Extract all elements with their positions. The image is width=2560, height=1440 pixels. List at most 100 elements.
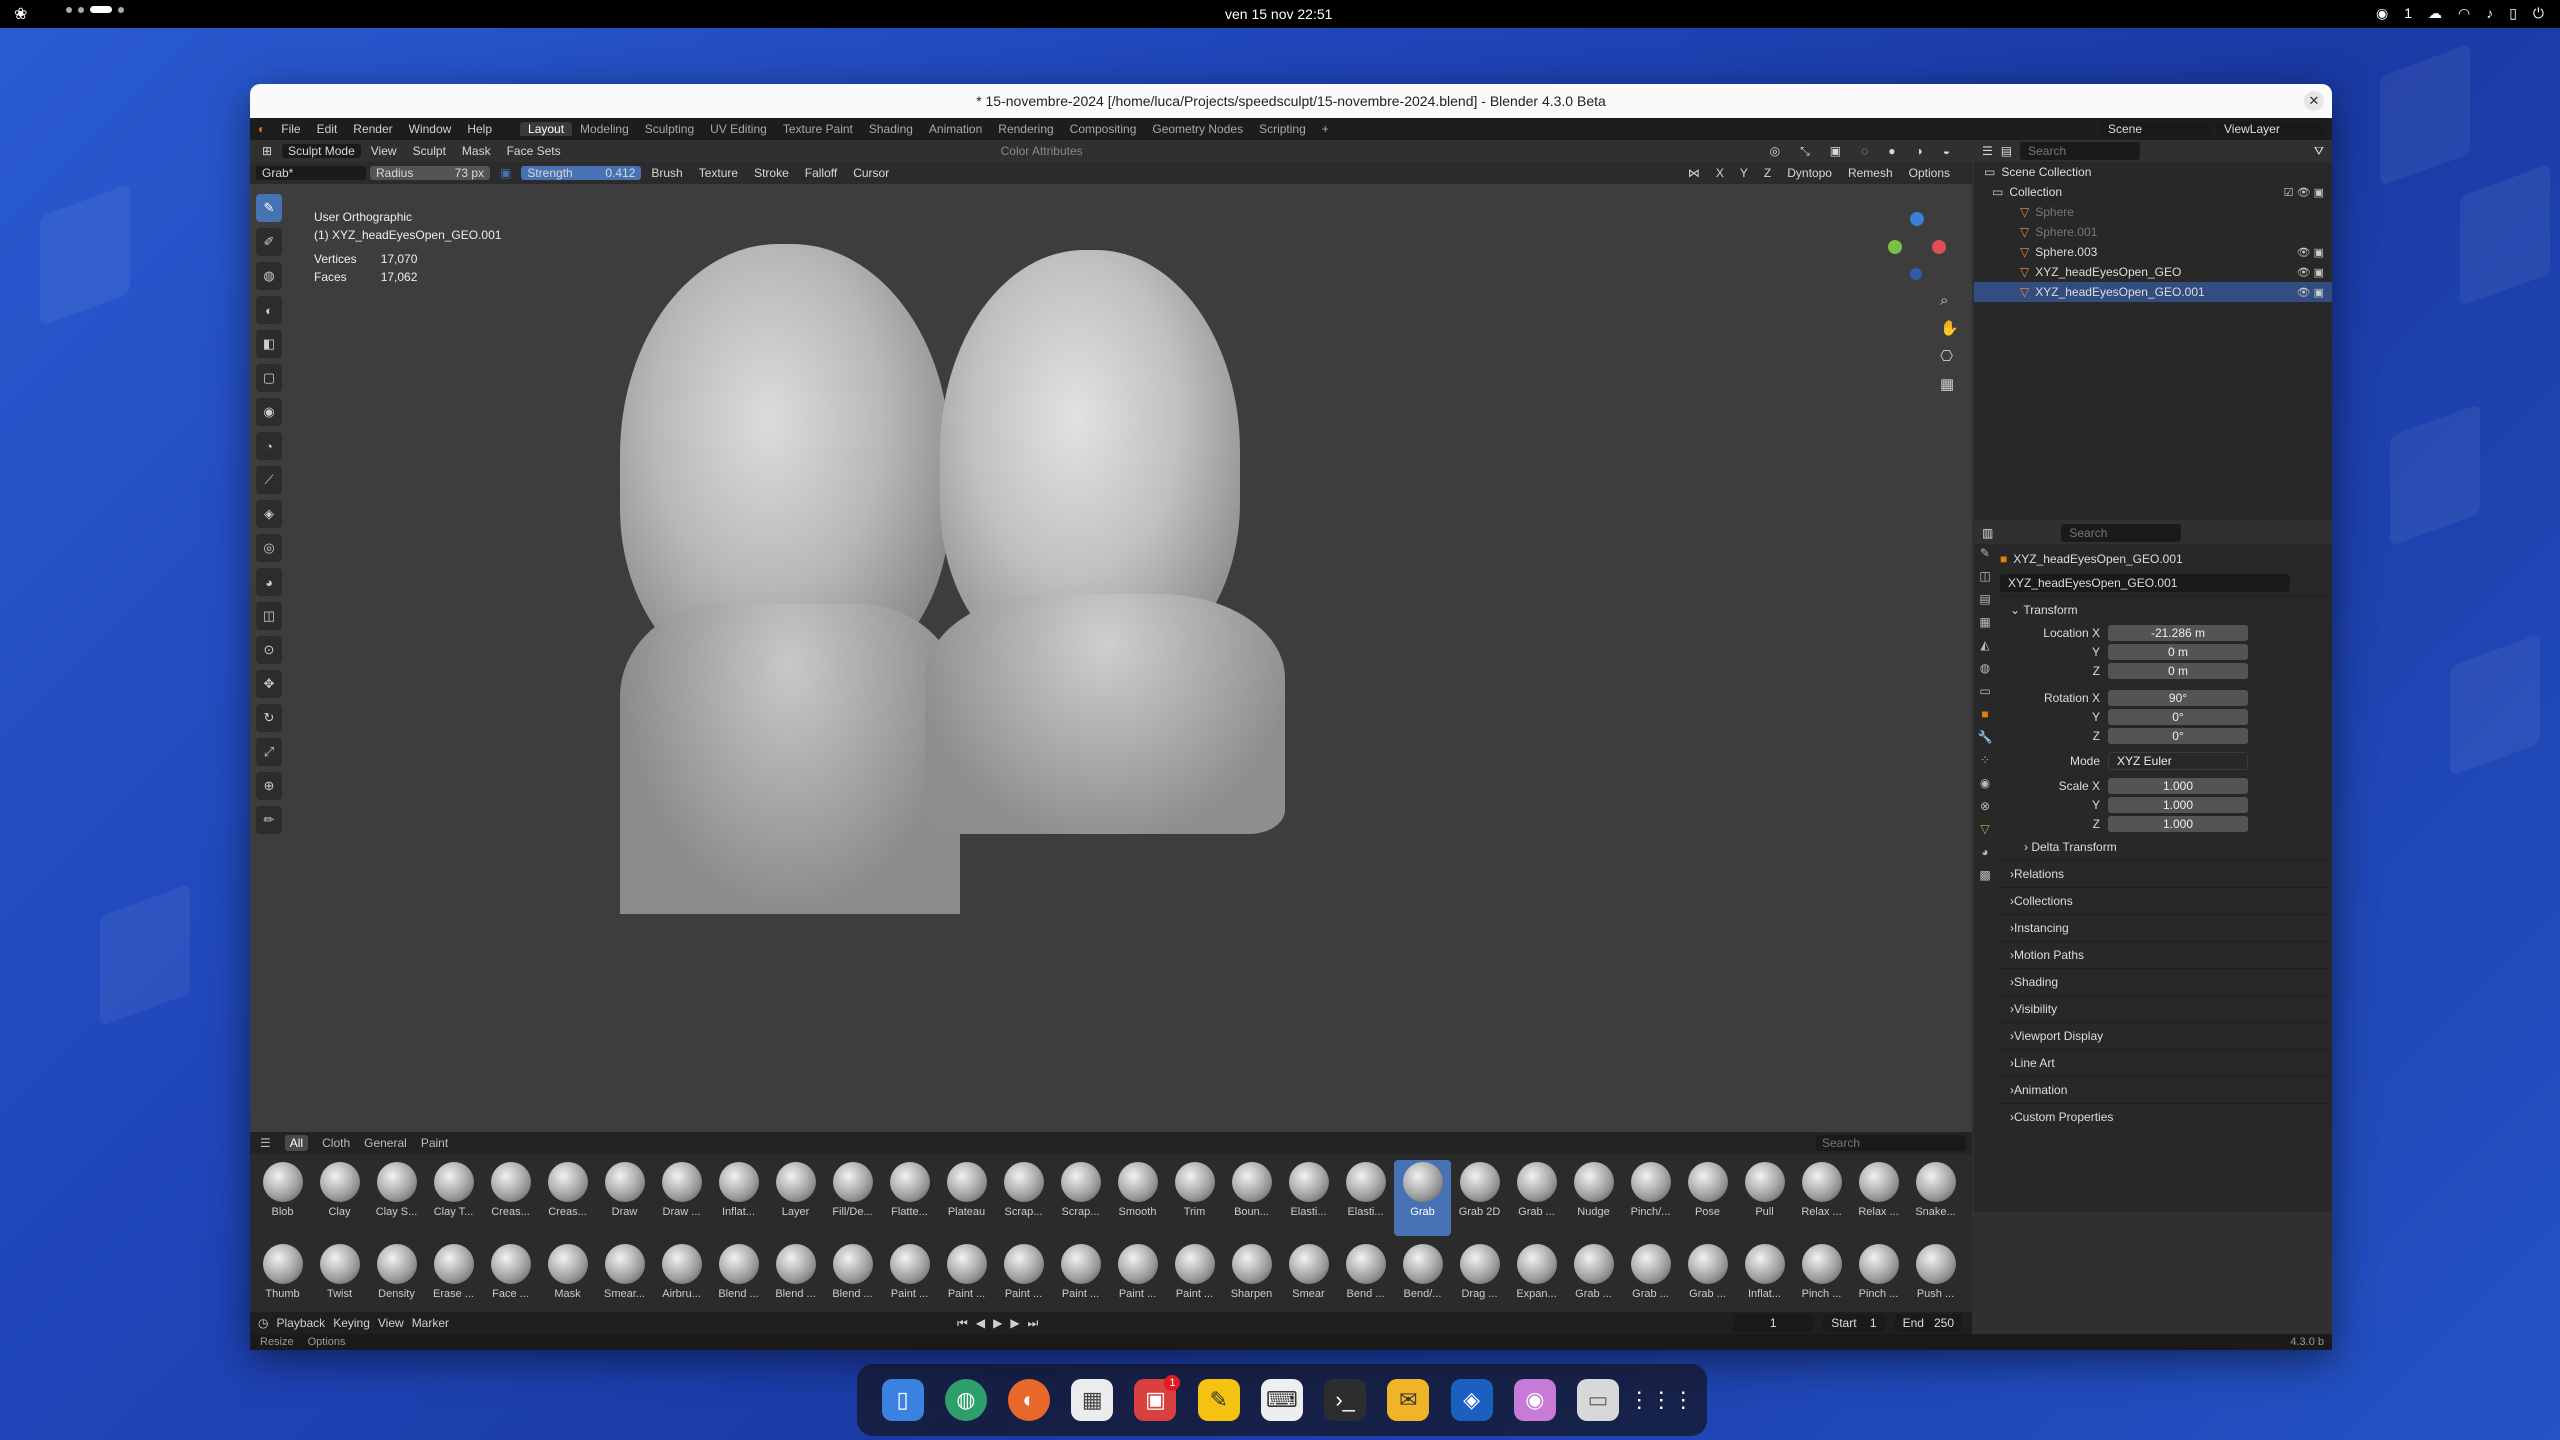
tab-scripting[interactable]: Scripting bbox=[1251, 122, 1314, 136]
tab-sculpting[interactable]: Sculpting bbox=[637, 122, 702, 136]
color-filter-tool-icon[interactable]: ◕ bbox=[256, 568, 282, 596]
property-panel-header[interactable]: › Motion Paths bbox=[2000, 941, 2328, 968]
play-icon[interactable]: ▶ bbox=[993, 1316, 1002, 1331]
mask-tool-icon[interactable]: ◧ bbox=[256, 330, 282, 358]
brush-tile[interactable]: Paint ... bbox=[1109, 1242, 1166, 1318]
blender-app-icon[interactable]: ◈ bbox=[1450, 1379, 1493, 1421]
output-tab-icon[interactable]: ▤ bbox=[1979, 592, 1990, 606]
outliner-item[interactable]: ▽ Sphere.001 bbox=[1974, 222, 2332, 242]
menu-view-timeline[interactable]: View bbox=[378, 1316, 404, 1330]
brush-tile[interactable]: Snake... bbox=[1907, 1160, 1964, 1236]
shading-rendered-icon[interactable]: ◒ bbox=[1937, 144, 1956, 159]
cloth-filter-tool-icon[interactable]: ◎ bbox=[256, 534, 282, 562]
mask-by-color-tool-icon[interactable]: ⊙ bbox=[256, 636, 282, 664]
radius-slider[interactable]: Radius 73 px bbox=[370, 166, 490, 180]
visibility-eye-icon[interactable]: ☑ 👁 ▣ bbox=[2284, 186, 2324, 199]
brush-tile[interactable]: Blend ... bbox=[824, 1242, 881, 1318]
menu-playback[interactable]: Playback bbox=[276, 1316, 325, 1330]
brush-tile[interactable]: Pull bbox=[1736, 1160, 1793, 1236]
brush-tile[interactable]: Sharpen bbox=[1223, 1242, 1280, 1318]
brush-tile[interactable]: Bend ... bbox=[1337, 1242, 1394, 1318]
outliner-item[interactable]: ▽ Sphere bbox=[1974, 202, 2332, 222]
brush-tile[interactable]: Grab 2D bbox=[1451, 1160, 1508, 1236]
tab-texture-paint[interactable]: Texture Paint bbox=[775, 122, 861, 136]
menu-help[interactable]: Help bbox=[459, 122, 500, 136]
trim-tool-icon[interactable]: ◔ bbox=[256, 432, 282, 460]
axis-y-icon[interactable] bbox=[1888, 240, 1902, 254]
shelf-tab-paint[interactable]: Paint bbox=[421, 1136, 448, 1150]
viewlayer-selector[interactable]: ViewLayer bbox=[2216, 122, 2326, 136]
power-icon[interactable]: ⏻ bbox=[2533, 5, 2544, 22]
brush-tile[interactable]: Scrap... bbox=[1052, 1160, 1109, 1236]
brush-tile[interactable]: Smear... bbox=[596, 1242, 653, 1318]
camera-icon[interactable]: ⎔ bbox=[1940, 347, 1959, 365]
xray-icon[interactable]: ▣ bbox=[1824, 144, 1847, 159]
menu-file[interactable]: File bbox=[273, 122, 308, 136]
browser-app-icon[interactable]: ◍ bbox=[944, 1379, 987, 1421]
paint-tool-icon[interactable]: ◐ bbox=[256, 296, 282, 324]
brush-tile[interactable]: Nudge bbox=[1565, 1160, 1622, 1236]
scene-selector[interactable]: Scene bbox=[2100, 122, 2210, 136]
menu-falloff[interactable]: Falloff bbox=[799, 166, 843, 180]
color-attributes-label[interactable]: Color Attributes bbox=[995, 144, 1089, 158]
display-mode-icon[interactable]: ▤ bbox=[2001, 144, 2012, 158]
brush-tile[interactable]: Thumb bbox=[254, 1242, 311, 1318]
brush-tile[interactable]: Blend ... bbox=[767, 1242, 824, 1318]
annotate-tool-icon[interactable]: ✏ bbox=[256, 806, 282, 834]
menu-mask[interactable]: Mask bbox=[456, 144, 497, 158]
property-panel-header[interactable]: › Collections bbox=[2000, 887, 2328, 914]
scene-collection-row[interactable]: ▭ Scene Collection bbox=[1974, 162, 2332, 182]
brush-tile[interactable]: Airbru... bbox=[653, 1242, 710, 1318]
property-panel-header[interactable]: › Line Art bbox=[2000, 1049, 2328, 1076]
property-panel-header[interactable]: › Animation bbox=[2000, 1076, 2328, 1103]
pressure-icon[interactable]: ▣ bbox=[494, 166, 517, 180]
wifi-icon[interactable]: ◠ bbox=[2458, 5, 2470, 22]
outliner-editor-icon[interactable]: ☰ bbox=[1982, 144, 1993, 158]
brush-tile[interactable]: Scrap... bbox=[995, 1160, 1052, 1236]
material-tab-icon[interactable]: ◕ bbox=[1981, 845, 1988, 859]
zoom-icon[interactable]: ⌕ bbox=[1940, 292, 1959, 309]
properties-search-input[interactable]: Search bbox=[2061, 524, 2182, 542]
axis-x-toggle[interactable]: X bbox=[1710, 166, 1730, 180]
brush-tile[interactable]: Twist bbox=[311, 1242, 368, 1318]
brush-tile[interactable]: Plateau bbox=[938, 1160, 995, 1236]
menu-render[interactable]: Render bbox=[345, 122, 400, 136]
brush-tile[interactable]: Erase ... bbox=[425, 1242, 482, 1318]
jump-start-icon[interactable]: ⏮ bbox=[957, 1316, 968, 1331]
cloud-icon[interactable]: ☁ bbox=[2428, 5, 2442, 22]
brush-tile[interactable]: Creas... bbox=[539, 1160, 596, 1236]
brush-tile[interactable]: Relax ... bbox=[1793, 1160, 1850, 1236]
property-panel-header[interactable]: › Shading bbox=[2000, 968, 2328, 995]
tab-compositing[interactable]: Compositing bbox=[1062, 122, 1145, 136]
render-tab-icon[interactable]: ◫ bbox=[1979, 569, 1990, 583]
document-app-icon[interactable]: ▭ bbox=[1577, 1379, 1620, 1421]
overlay-icon[interactable]: ◎ bbox=[1764, 144, 1786, 159]
shading-wireframe-icon[interactable]: ◌ bbox=[1855, 144, 1874, 159]
rotate-tool-icon[interactable]: ↻ bbox=[256, 704, 282, 732]
remesh-menu[interactable]: Remesh bbox=[1842, 166, 1899, 180]
delta-transform-header[interactable]: › Delta Transform bbox=[2000, 833, 2328, 860]
line-project-tool-icon[interactable]: ⟋ bbox=[256, 466, 282, 494]
blender-logo-icon[interactable]: ◐ bbox=[250, 122, 273, 136]
close-button[interactable]: ✕ bbox=[2304, 91, 2324, 111]
brush-tile[interactable]: Smear bbox=[1280, 1242, 1337, 1318]
properties-editor-icon[interactable]: ▥ bbox=[1982, 526, 1993, 540]
current-frame-field[interactable]: 1 bbox=[1733, 1314, 1814, 1332]
gnome-logo-icon[interactable]: ❀ bbox=[14, 4, 27, 24]
navigation-gizmo[interactable] bbox=[1888, 212, 1948, 292]
edit-face-set-tool-icon[interactable]: ◫ bbox=[256, 602, 282, 630]
next-key-icon[interactable]: ▶ bbox=[1010, 1316, 1019, 1331]
outliner-item-active[interactable]: ▽ XYZ_headEyesOpen_GEO.001 👁 ▣ bbox=[1974, 282, 2332, 302]
brush-tile[interactable]: Draw ... bbox=[653, 1160, 710, 1236]
clock[interactable]: ven 15 nov 22:51 bbox=[1225, 6, 1332, 22]
location-x-field[interactable]: -21.286 m bbox=[2108, 624, 2248, 641]
property-panel-header[interactable]: › Custom Properties bbox=[2000, 1103, 2328, 1130]
notification-icon[interactable]: ◉ bbox=[2376, 5, 2388, 22]
brush-tile[interactable]: Paint ... bbox=[1166, 1242, 1223, 1318]
shelf-tab-general[interactable]: General bbox=[364, 1136, 407, 1150]
text-editor-app-icon[interactable]: ✎ bbox=[1197, 1379, 1240, 1421]
clay-tool-icon[interactable]: ◍ bbox=[256, 262, 282, 290]
brush-tile[interactable]: Grab ... bbox=[1565, 1242, 1622, 1318]
brush-tile[interactable]: Grab ... bbox=[1679, 1242, 1736, 1318]
brush-tile[interactable]: Inflat... bbox=[1736, 1242, 1793, 1318]
